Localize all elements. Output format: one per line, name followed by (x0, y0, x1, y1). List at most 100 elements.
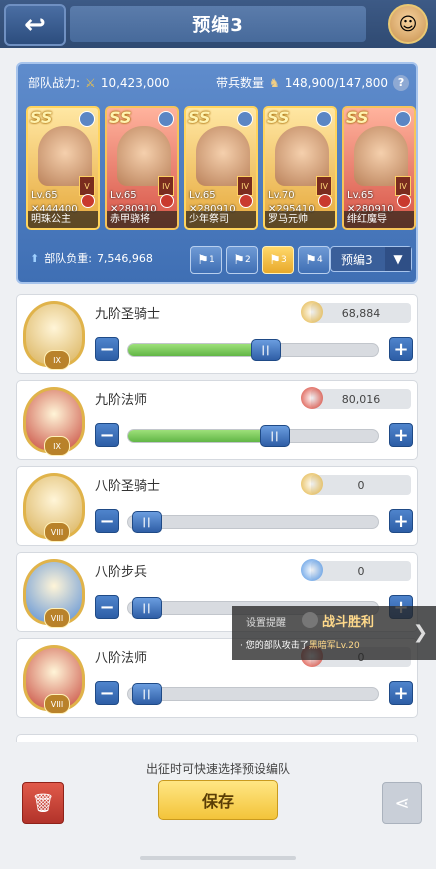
swap-icon[interactable] (395, 111, 411, 127)
preset-button[interactable]: ⚑ 1 (190, 246, 222, 274)
increase-button[interactable]: + (389, 509, 413, 533)
unit-count: 0 (311, 561, 411, 581)
hero-rank: IV (395, 176, 411, 196)
hero-level: Lv.65 (347, 190, 374, 201)
swap-icon[interactable] (316, 111, 332, 127)
preset-select-value: 预编3 (341, 252, 373, 267)
unit-row: VIII 八阶圣骑士 0 − || + (16, 466, 418, 546)
slider-handle[interactable]: || (251, 339, 281, 361)
top-bar: ↩ 预编3 ☺ (0, 0, 436, 48)
unit-row: IX 九阶法师 80,016 − || + (16, 380, 418, 460)
save-button[interactable]: 保存 (158, 780, 278, 820)
unit-portrait-icon: IX (23, 387, 85, 456)
home-indicator (140, 856, 296, 860)
help-icon[interactable]: ? (393, 74, 410, 91)
trash-icon: 🗑 (31, 792, 55, 814)
preset-button[interactable]: ⚑ 4 (298, 246, 330, 274)
unit-tier: IX (44, 436, 70, 456)
resource-icon (301, 473, 323, 495)
hero-grade: SS (346, 108, 369, 127)
page-title: 预编3 (70, 6, 366, 42)
share-icon: ⋖ (394, 792, 410, 814)
unit-count: 0 (311, 475, 411, 495)
increase-button[interactable]: + (389, 681, 413, 705)
decrease-button[interactable]: − (95, 337, 119, 361)
troop-count: 带兵数量 ♞ 148,900/147,800 ? (216, 74, 410, 91)
slider-handle[interactable]: || (260, 425, 290, 447)
decrease-button[interactable]: − (95, 681, 119, 705)
hero-level: Lv.65 (31, 190, 58, 201)
share-button[interactable]: ⋖ (382, 782, 422, 824)
notification-message: · 您的部队攻击了黑暗军Lv.20 (240, 641, 360, 651)
troops-value: 148,900/147,800 (284, 75, 389, 90)
preset-button[interactable]: ⚑ 2 (226, 246, 258, 274)
hero-rank: IV (158, 176, 174, 196)
delete-button[interactable]: 🗑 (22, 782, 64, 824)
hero-card[interactable]: SS V Lv.65 ✕444400 明珠公主 (26, 106, 100, 230)
unit-portrait-icon: VIII (23, 559, 85, 628)
chevron-right-icon[interactable]: ❯ (413, 622, 428, 643)
hero-card[interactable]: SS IV Lv.65 ✕280910 少年祭司 (184, 106, 258, 230)
player-avatar-icon[interactable]: ☺ (388, 4, 428, 44)
swap-icon[interactable] (79, 111, 95, 127)
hero-card[interactable]: SS IV Lv.70 ✕295410 罗马元帅 (263, 106, 337, 230)
decrease-button[interactable]: − (95, 423, 119, 447)
hero-card[interactable]: SS IV Lv.65 ✕280910 绯红魔导 (342, 106, 416, 230)
swap-icon[interactable] (237, 111, 253, 127)
skill-icon (318, 194, 332, 208)
hero-card[interactable]: SS IV Lv.65 ✕280910 赤甲骁将 (105, 106, 179, 230)
unit-tier: IX (44, 350, 70, 370)
skill-icon (239, 194, 253, 208)
chevron-down-icon[interactable]: ▼ (385, 247, 411, 271)
unit-slider[interactable]: || (127, 683, 379, 705)
decrease-button[interactable]: − (95, 509, 119, 533)
unit-portrait-icon: VIII (23, 473, 85, 542)
preset-button[interactable]: ⚑ 3 (262, 246, 294, 274)
hero-grade: SS (267, 108, 290, 127)
hero-name: 赤甲骁将 (107, 211, 177, 228)
slider-handle[interactable]: || (132, 597, 162, 619)
decrease-button[interactable]: − (95, 595, 119, 619)
preset-icon: ⚑ (197, 252, 209, 268)
resource-icon (301, 387, 323, 409)
resource-icon (301, 559, 323, 581)
unit-slider[interactable]: || (127, 511, 379, 533)
unit-portrait-icon: IX (23, 301, 85, 370)
notification-title: 战斗胜利 (322, 615, 375, 630)
unit-count: 80,016 (311, 389, 411, 409)
unit-slider[interactable]: || (127, 339, 379, 361)
slider-fill (128, 344, 268, 356)
unit-tier: VIII (44, 608, 70, 628)
preset-number: 2 (244, 255, 251, 265)
hero-level: Lv.65 (110, 190, 137, 201)
increase-button[interactable]: + (389, 337, 413, 361)
hero-name: 绯红魔导 (344, 211, 414, 228)
notification-settings-label[interactable]: 设置提醒 (246, 614, 286, 629)
unit-slider[interactable]: || (127, 425, 379, 447)
preset-select[interactable]: 预编3 ▼ (330, 246, 412, 272)
unit-name: 八阶法师 (95, 651, 148, 666)
undo-arrow-icon: ↩ (24, 10, 46, 40)
unit-name: 八阶圣骑士 (95, 479, 161, 494)
battle-icon (302, 612, 318, 628)
hero-grade: SS (30, 108, 53, 127)
troops-icon: ♞ (269, 75, 280, 90)
unit-name: 八阶步兵 (95, 565, 148, 580)
preset-icon: ⚑ (269, 252, 281, 268)
slider-handle[interactable]: || (132, 683, 162, 705)
slider-handle[interactable]: || (132, 511, 162, 533)
swap-icon[interactable] (158, 111, 174, 127)
hero-name: 明珠公主 (28, 211, 98, 228)
preset-icon: ⚑ (233, 252, 245, 268)
preset-number: 3 (280, 255, 287, 265)
increase-button[interactable]: + (389, 423, 413, 447)
power-label: 部队战力: (28, 76, 81, 90)
back-button[interactable]: ↩ (4, 4, 66, 46)
resource-icon (301, 301, 323, 323)
unit-row: IX 九阶圣骑士 68,884 − || + (16, 294, 418, 374)
unit-portrait-icon: VIII (23, 645, 85, 714)
troops-label: 带兵数量 (216, 76, 265, 90)
battle-notification[interactable]: 设置提醒 战斗胜利 · 您的部队攻击了黑暗军Lv.20 ❯ (232, 606, 436, 660)
preset-number: 1 (208, 255, 215, 265)
army-power: 部队战力: ⚔ 10,423,000 (28, 74, 170, 91)
